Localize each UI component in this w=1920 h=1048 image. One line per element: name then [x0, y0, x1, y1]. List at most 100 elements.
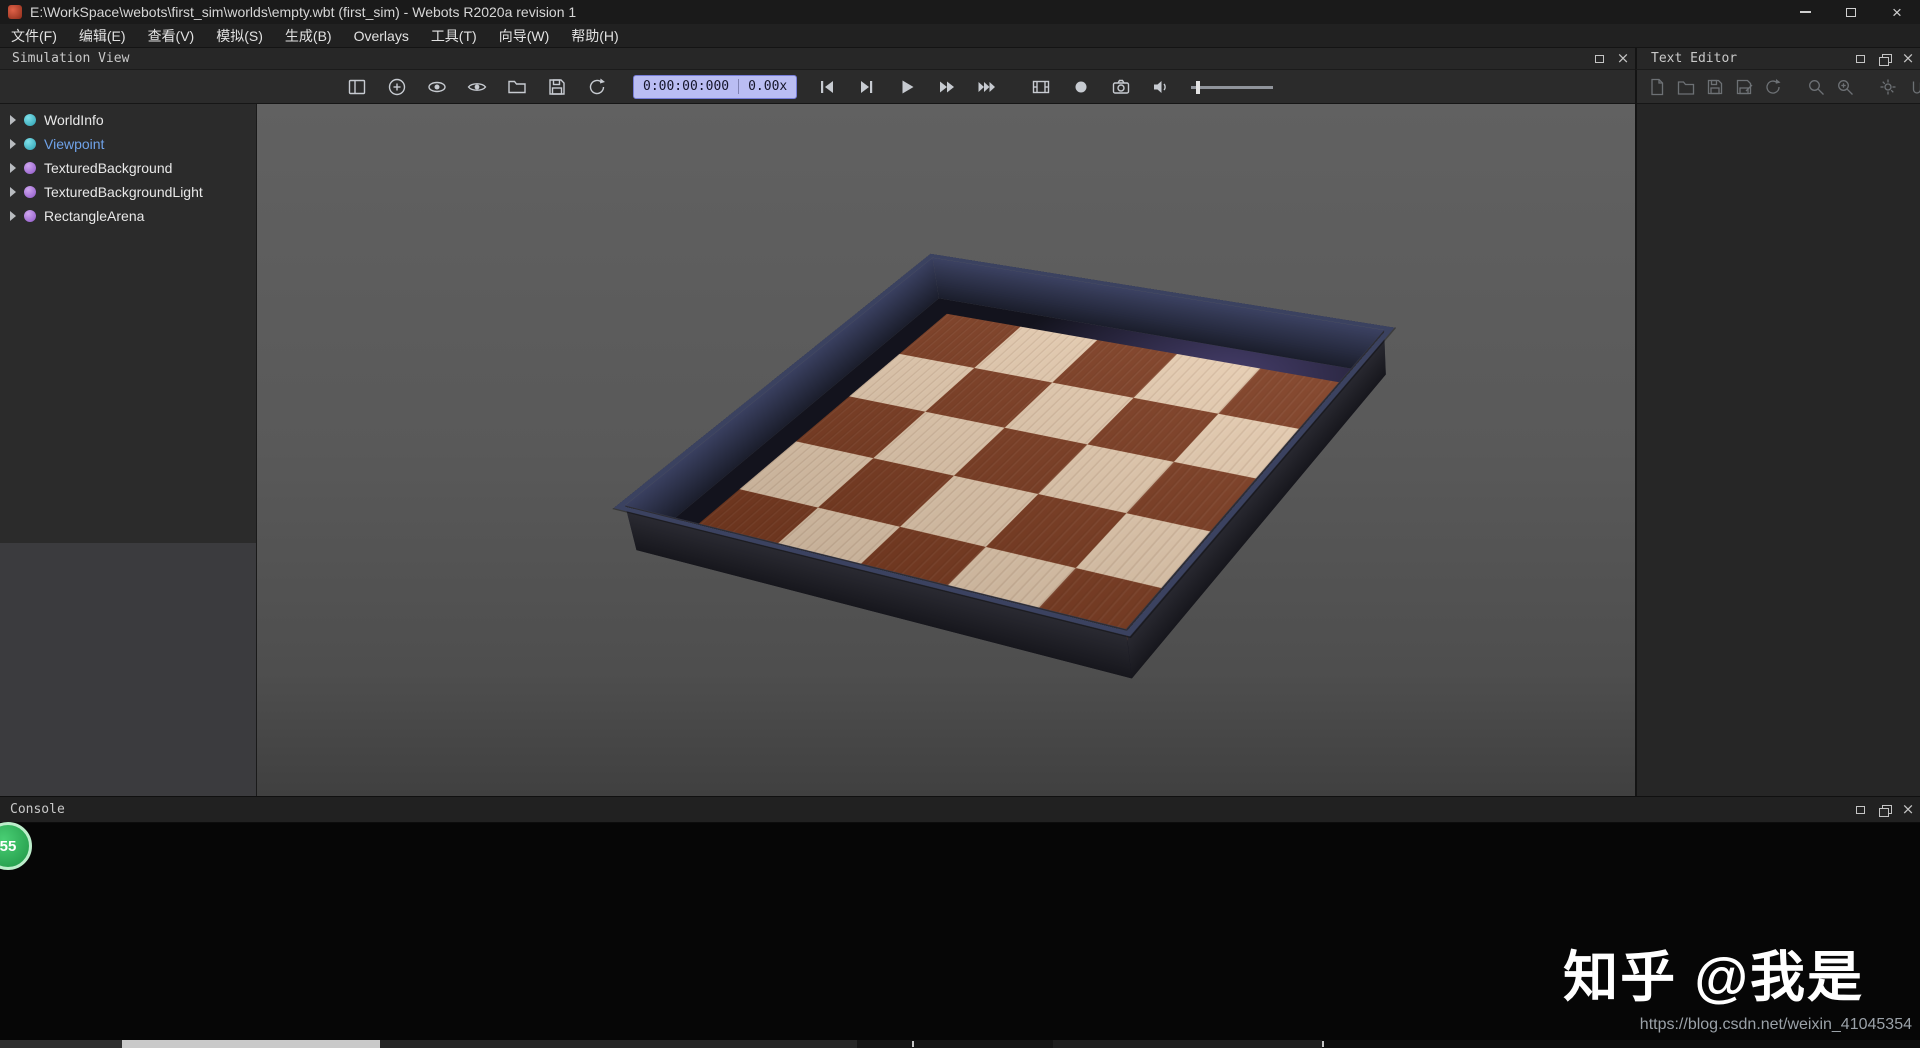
revert-icon	[1766, 78, 1781, 94]
console-minimize-button[interactable]	[1848, 800, 1872, 820]
rectangle-arena	[613, 253, 1395, 679]
toggle-panes-button[interactable]	[345, 75, 369, 99]
video-progress-strip	[0, 1040, 1920, 1048]
fast-forward-icon	[940, 81, 955, 92]
restore-icon	[1878, 53, 1892, 66]
add-node-button[interactable]	[385, 75, 409, 99]
sim-close-button[interactable]: ×	[1611, 49, 1635, 69]
reload-icon	[589, 78, 605, 94]
node-dot-icon	[24, 210, 36, 222]
expand-caret-icon[interactable]	[10, 139, 16, 149]
reset-simulation-button[interactable]	[815, 75, 839, 99]
simulation-speed: 0.00x	[738, 79, 787, 94]
webots-app-icon	[8, 5, 22, 19]
menu-help[interactable]: 帮助(H)	[560, 24, 629, 48]
expand-caret-icon[interactable]	[10, 163, 16, 173]
step-button[interactable]	[855, 75, 879, 99]
viewport-3d[interactable]	[257, 104, 1635, 796]
maximize-icon	[1846, 7, 1856, 17]
movie-button[interactable]	[1029, 75, 1053, 99]
text-editor-header: Text Editor ×	[1635, 48, 1920, 70]
open-file-button[interactable]	[1676, 77, 1696, 97]
menu-simulation[interactable]: 模拟(S)	[205, 24, 274, 48]
tree-item-texturedbackgroundlight[interactable]: TexturedBackgroundLight	[0, 180, 256, 204]
text-editor-title: Text Editor	[1651, 51, 1738, 66]
gear-icon	[1880, 79, 1896, 94]
expand-caret-icon[interactable]	[10, 115, 16, 125]
tree-item-label: WorldInfo	[44, 112, 104, 128]
node-dot-icon	[24, 114, 36, 126]
node-dot-icon	[24, 162, 36, 174]
find-replace-button[interactable]	[1835, 77, 1855, 97]
play-icon	[902, 80, 914, 93]
new-file-button[interactable]	[1647, 77, 1667, 97]
minimize-icon	[1799, 11, 1811, 13]
sim-float-button[interactable]	[1587, 49, 1611, 69]
revert-file-button[interactable]	[1763, 77, 1783, 97]
screenshot-button[interactable]	[1109, 75, 1133, 99]
expand-caret-icon[interactable]	[10, 187, 16, 197]
simulation-time: 0:00:00:000	[643, 79, 730, 94]
save-icon	[549, 78, 565, 95]
console-restore-button[interactable]	[1872, 800, 1896, 820]
menu-file[interactable]: 文件(F)	[0, 24, 68, 48]
source-url-watermark: https://blog.csdn.net/weixin_41045354	[1639, 1016, 1912, 1033]
strip-segment	[380, 1040, 857, 1048]
minimize-button[interactable]	[1782, 0, 1828, 24]
close-icon: ×	[1901, 800, 1915, 818]
menu-view[interactable]: 查看(V)	[137, 24, 206, 48]
paperclip-icon	[1912, 81, 1920, 94]
menu-wizards[interactable]: 向导(W)	[488, 24, 561, 48]
find-button[interactable]	[1806, 77, 1826, 97]
restore-icon	[1878, 804, 1892, 817]
tree-item-texturedbackground[interactable]: TexturedBackground	[0, 156, 256, 180]
open-folder-icon	[1677, 80, 1695, 95]
search-replace-icon	[1838, 79, 1853, 95]
reload-world-button[interactable]	[585, 75, 609, 99]
expand-caret-icon[interactable]	[10, 211, 16, 221]
editor-restore-button[interactable]	[1872, 49, 1896, 69]
restore-viewpoint-button[interactable]	[425, 75, 449, 99]
save-world-button[interactable]	[545, 75, 569, 99]
record-button[interactable]	[1069, 75, 1093, 99]
console-close-button[interactable]: ×	[1896, 800, 1920, 820]
play-button[interactable]	[895, 75, 919, 99]
slider-thumb[interactable]	[1196, 80, 1201, 94]
attach-button[interactable]	[1907, 77, 1920, 97]
console-title: Console	[10, 802, 65, 817]
slider-track	[1191, 85, 1274, 89]
run-button[interactable]	[935, 75, 959, 99]
menu-tools[interactable]: 工具(T)	[420, 24, 488, 48]
close-icon: ×	[1892, 2, 1902, 22]
editor-close-button[interactable]: ×	[1896, 49, 1920, 69]
maximize-button[interactable]	[1828, 0, 1874, 24]
editor-minimize-button[interactable]	[1848, 49, 1872, 69]
open-world-button[interactable]	[505, 75, 529, 99]
sound-mute-button[interactable]	[1149, 75, 1173, 99]
rendering-toggle-button[interactable]	[465, 75, 489, 99]
minimize-icon	[1855, 54, 1865, 63]
time-display: 0:00:00:000 0.00x	[633, 74, 798, 99]
preferences-button[interactable]	[1878, 77, 1898, 97]
close-button[interactable]: ×	[1874, 0, 1920, 24]
speaker-icon	[1154, 80, 1167, 93]
tree-item-viewpoint[interactable]: Viewpoint	[0, 132, 256, 156]
tree-item-rectanglearena[interactable]: RectangleArena	[0, 204, 256, 228]
fast-run-button[interactable]	[975, 75, 999, 99]
step-icon	[861, 80, 873, 93]
simulation-toolbar: 0:00:00:000 0.00x	[0, 70, 1635, 104]
console-header: Console ×	[0, 796, 1920, 823]
text-editor-body[interactable]	[1635, 104, 1920, 796]
strip-segment	[1053, 1040, 1322, 1048]
menu-overlays[interactable]: Overlays	[343, 24, 420, 48]
menu-build[interactable]: 生成(B)	[274, 24, 343, 48]
tree-item-label: TexturedBackgroundLight	[44, 184, 203, 200]
zhihu-watermark: 知乎 @我是	[1563, 946, 1864, 1008]
volume-slider[interactable]	[1191, 75, 1274, 99]
strip-tick	[912, 1041, 914, 1047]
save-as-button[interactable]	[1734, 77, 1754, 97]
tree-item-worldinfo[interactable]: WorldInfo	[0, 108, 256, 132]
save-file-button[interactable]	[1705, 77, 1725, 97]
menu-edit[interactable]: 编辑(E)	[68, 24, 137, 48]
dock-empty-area	[0, 543, 257, 796]
